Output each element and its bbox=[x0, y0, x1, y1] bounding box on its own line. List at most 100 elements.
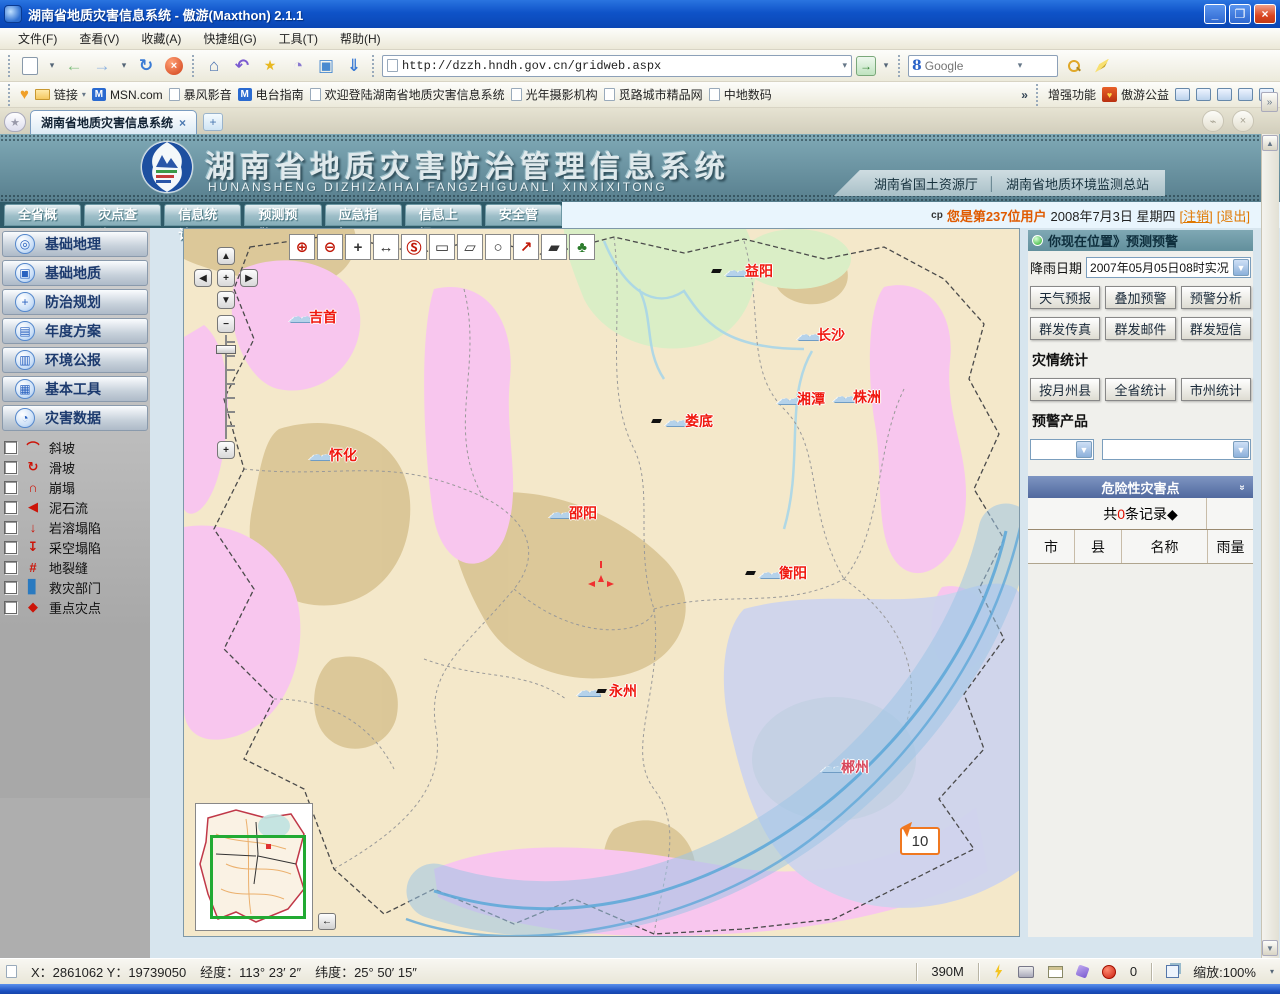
layer-checkbox[interactable] bbox=[4, 581, 17, 594]
nav-tab-query[interactable]: 灾点查询 bbox=[84, 204, 161, 226]
links-overflow-icon[interactable]: » bbox=[1021, 88, 1028, 102]
home-icon[interactable]: ⌂ bbox=[202, 54, 226, 78]
sidebar-item-disaster-data[interactable]: ◔灾害数据 bbox=[2, 405, 148, 431]
scale-select-icon[interactable]: Ⓢ bbox=[401, 234, 427, 260]
stop-icon[interactable]: × bbox=[162, 54, 186, 78]
search-caret-icon[interactable]: ▾ bbox=[1018, 60, 1023, 71]
nav-tab-overview[interactable]: 全省概况 bbox=[4, 204, 81, 226]
refresh-icon[interactable]: ↻ bbox=[134, 54, 158, 78]
active-tab[interactable]: 湖南省地质灾害信息系统 × bbox=[30, 110, 197, 134]
link-milu[interactable]: 觅路城市精品网 bbox=[604, 86, 703, 103]
history-clock-icon[interactable]: ◔ bbox=[286, 54, 310, 78]
eraser-icon[interactable]: ▰ bbox=[541, 234, 567, 260]
zoom-minus-button[interactable]: − bbox=[217, 315, 235, 333]
rainfall-flag-marker[interactable]: 10 bbox=[900, 827, 940, 855]
collapse-chevron-icon[interactable]: » bbox=[1237, 484, 1248, 490]
split-view-icon[interactable]: ▣ bbox=[314, 54, 338, 78]
toolbar-overflow-chevron[interactable]: » bbox=[1261, 92, 1278, 112]
magic-wand-icon[interactable]: ★ bbox=[258, 54, 282, 78]
link-baofeng[interactable]: 暴风影音 bbox=[169, 86, 232, 103]
cleaner-icon[interactable] bbox=[1075, 964, 1089, 978]
logout-link[interactable]: [注销] bbox=[1180, 206, 1213, 225]
restore-button[interactable]: ❐ bbox=[1229, 4, 1251, 24]
menu-file[interactable]: 文件(F) bbox=[8, 28, 67, 49]
layer-checkbox[interactable] bbox=[4, 521, 17, 534]
zoom-caret-icon[interactable]: ▾ bbox=[1270, 967, 1274, 976]
search-box[interactable]: 8 ▾ bbox=[908, 55, 1058, 77]
go-caret-icon[interactable]: ▾ bbox=[880, 54, 892, 78]
draw-line-icon[interactable]: ↗ bbox=[513, 234, 539, 260]
mass-fax-button[interactable]: 群发传真 bbox=[1030, 317, 1100, 340]
menu-tools[interactable]: 工具(T) bbox=[269, 28, 328, 49]
nav-tab-report[interactable]: 信息上报 bbox=[405, 204, 482, 226]
sidebar-item-annual-plan[interactable]: ▤年度方案 bbox=[2, 318, 148, 344]
new-tab-button[interactable]: + bbox=[203, 113, 223, 131]
inset-collapse-button[interactable]: ← bbox=[318, 913, 336, 930]
select-arrow-icon[interactable]: ▼ bbox=[1233, 441, 1249, 458]
address-input[interactable] bbox=[402, 59, 838, 73]
nav-tab-security[interactable]: 安全管理 bbox=[485, 204, 562, 226]
nav-tab-stats[interactable]: 信息统计 bbox=[164, 204, 241, 226]
plugin-icon-4[interactable] bbox=[1238, 88, 1253, 101]
menu-favorites[interactable]: 收藏(A) bbox=[131, 28, 191, 49]
sidebar-item-base-geology[interactable]: ▣基础地质 bbox=[2, 260, 148, 286]
enhance-features[interactable]: 增强功能 bbox=[1048, 86, 1096, 103]
city-stats-button[interactable]: 市州统计 bbox=[1181, 378, 1251, 401]
pan-up-button[interactable]: ▲ bbox=[217, 247, 235, 265]
menu-help[interactable]: 帮助(H) bbox=[330, 28, 391, 49]
layer-checkbox[interactable] bbox=[4, 441, 17, 454]
map-canvas[interactable]: ⊕ ⊖ + ↔ Ⓢ ▭ ▱ ○ ↗ ▰ ♣ ▲ ◀ + ▶ ▼ − + ☁☁吉首… bbox=[183, 228, 1020, 937]
sidebar-item-env-bulletin[interactable]: ▥环境公报 bbox=[2, 347, 148, 373]
link-hunan-geo[interactable]: 欢迎登陆湖南省地质灾害信息系统 bbox=[310, 86, 505, 103]
popup-blocker-icon[interactable] bbox=[1102, 965, 1116, 979]
link-land-resources[interactable]: 湖南省国土资源厅 bbox=[874, 174, 978, 193]
printer-icon[interactable] bbox=[1018, 966, 1034, 978]
plugin-icon-3[interactable] bbox=[1217, 88, 1232, 101]
sidebar-item-base-geography[interactable]: ◎基础地理 bbox=[2, 231, 148, 257]
boost-lightning-icon[interactable] bbox=[993, 964, 1004, 979]
go-button[interactable]: → bbox=[856, 56, 876, 76]
maxthon-charity[interactable]: ♥傲游公益 bbox=[1102, 86, 1169, 103]
mass-sms-button[interactable]: 群发短信 bbox=[1181, 317, 1251, 340]
plugin-icon-2[interactable] bbox=[1196, 88, 1211, 101]
search-engine-icon[interactable]: 8 bbox=[912, 58, 922, 74]
menu-view[interactable]: 查看(V) bbox=[69, 28, 129, 49]
pan-left-button[interactable]: ◀ bbox=[194, 269, 212, 287]
rect-select-icon[interactable]: ▭ bbox=[429, 234, 455, 260]
close-tabs-button[interactable]: × bbox=[1232, 110, 1254, 132]
pan-icon[interactable]: + bbox=[345, 234, 371, 260]
danger-points-header[interactable]: 危险性灾害点 » bbox=[1028, 476, 1253, 498]
link-photo[interactable]: 光年摄影机构 bbox=[511, 86, 598, 103]
product-type-select[interactable]: ▼ bbox=[1030, 439, 1094, 460]
link-geo-monitor[interactable]: 湖南省地质环境监测总站 bbox=[1006, 174, 1149, 193]
address-caret-icon[interactable]: ▾ bbox=[842, 60, 847, 71]
plugin-icon-1[interactable] bbox=[1175, 88, 1190, 101]
tab-close-icon[interactable]: × bbox=[179, 116, 186, 130]
mass-email-button[interactable]: 群发邮件 bbox=[1105, 317, 1175, 340]
nav-tab-forecast[interactable]: 预测预警 bbox=[244, 204, 321, 226]
new-window-icon[interactable] bbox=[1048, 966, 1063, 978]
new-page-caret-icon[interactable]: ▾ bbox=[46, 54, 58, 78]
address-bar[interactable]: ▾ bbox=[382, 55, 852, 77]
layer-checkbox[interactable] bbox=[4, 561, 17, 574]
zoom-out-icon[interactable]: ⊖ bbox=[317, 234, 343, 260]
link-radio[interactable]: M电台指南 bbox=[238, 86, 304, 103]
link-msn[interactable]: MMSN.com bbox=[92, 88, 163, 102]
select-arrow-icon[interactable]: ▼ bbox=[1233, 259, 1249, 276]
monthly-county-button[interactable]: 按月州县 bbox=[1030, 378, 1100, 401]
measure-icon[interactable]: ↔ bbox=[373, 234, 399, 260]
rain-date-select[interactable]: 2007年05月05日08时实况▼ bbox=[1086, 257, 1251, 278]
zoom-in-icon[interactable]: ⊕ bbox=[289, 234, 315, 260]
layer-checkbox[interactable] bbox=[4, 601, 17, 614]
links-folder[interactable]: 链接▾ bbox=[35, 86, 86, 103]
warning-analysis-button[interactable]: 预警分析 bbox=[1181, 286, 1251, 309]
sidebar-item-basic-tools[interactable]: ▦基本工具 bbox=[2, 376, 148, 402]
new-page-icon[interactable] bbox=[18, 54, 42, 78]
favorites-heart-icon[interactable]: ♥ bbox=[20, 86, 29, 103]
undo-icon[interactable]: ↶ bbox=[230, 54, 254, 78]
product-item-select[interactable]: ▼ bbox=[1102, 439, 1251, 460]
polygon-select-icon[interactable]: ▱ bbox=[457, 234, 483, 260]
page-scrollbar[interactable] bbox=[1261, 134, 1279, 958]
pan-down-button[interactable]: ▼ bbox=[217, 291, 235, 309]
center-map-button[interactable]: + bbox=[217, 269, 235, 287]
